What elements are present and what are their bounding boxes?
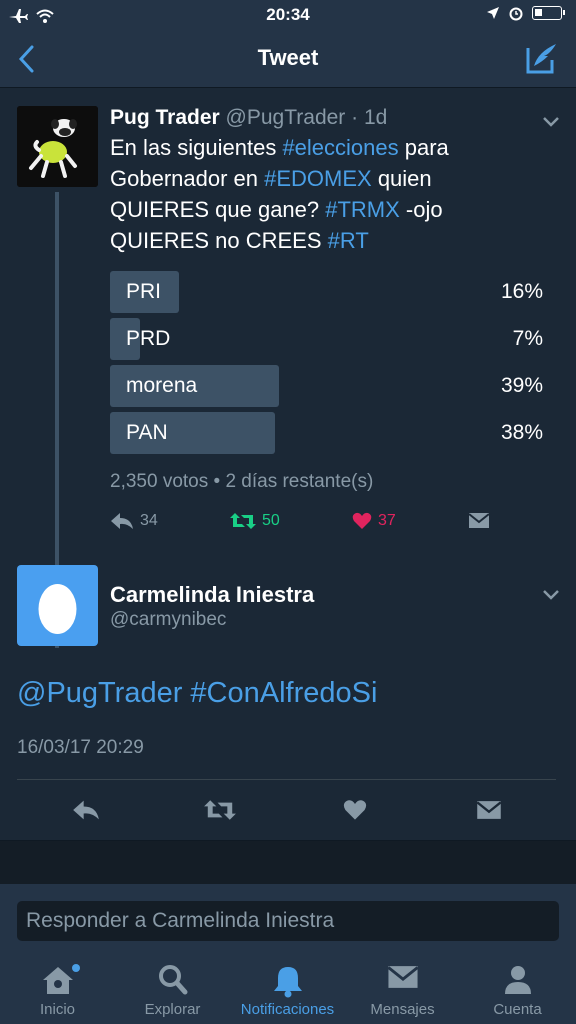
pug-avatar-image xyxy=(17,106,98,187)
hashtag-link[interactable]: #EDOMEX xyxy=(264,166,372,191)
poll-option-label: PAN xyxy=(126,421,168,444)
reply-composer xyxy=(0,884,576,950)
reply-text[interactable]: @PugTrader #ConAlfredoSi xyxy=(17,677,377,710)
reply-button[interactable] xyxy=(66,793,106,827)
tab-cuenta[interactable]: Cuenta xyxy=(460,950,575,1024)
timestamp: 16/03/17 20:29 xyxy=(17,737,144,758)
author-name[interactable]: Pug Trader xyxy=(110,106,220,129)
like-button[interactable] xyxy=(335,793,375,827)
poll-option-label: PRD xyxy=(126,327,171,350)
message-button[interactable] xyxy=(468,512,490,529)
hashtag-link[interactable]: #elecciones xyxy=(282,135,398,160)
tweet-actions: 34 50 37 xyxy=(110,512,510,536)
location-icon xyxy=(487,7,499,19)
hashtag-link[interactable]: #TRMX xyxy=(325,197,400,222)
tab-notificaciones[interactable]: Notificaciones xyxy=(230,950,345,1024)
message-button[interactable] xyxy=(469,793,509,827)
compose-button[interactable] xyxy=(524,40,560,76)
tweet-header: Pug Trader @PugTrader · 1d xyxy=(110,106,387,130)
chevron-down-icon xyxy=(543,590,559,600)
tab-label: Notificaciones xyxy=(240,1001,335,1018)
poll-option: PRD 7% xyxy=(110,318,543,360)
tab-explorar[interactable]: Explorar xyxy=(115,950,230,1024)
page-title: Tweet xyxy=(257,45,319,70)
author-handle[interactable]: @PugTrader xyxy=(226,106,346,129)
heart-icon xyxy=(352,512,372,529)
retweet-button[interactable] xyxy=(200,793,240,827)
tweet-age: · 1d xyxy=(351,106,388,129)
egg-avatar-icon xyxy=(38,584,77,634)
person-icon xyxy=(504,966,531,994)
avatar[interactable] xyxy=(17,106,98,187)
battery-icon xyxy=(532,6,565,20)
poll-option: PRI 16% xyxy=(110,271,543,313)
reply-button[interactable]: 34 xyxy=(110,512,158,530)
poll-option: PAN 38% xyxy=(110,412,543,454)
tab-label: Explorar xyxy=(144,1001,201,1018)
poll-option-percent: 38% xyxy=(500,421,543,444)
mail-icon xyxy=(468,513,490,528)
mail-icon xyxy=(476,801,502,819)
reply-icon xyxy=(73,800,99,820)
tab-label: Cuenta xyxy=(493,1001,542,1018)
status-bar: 20:34 xyxy=(0,0,576,30)
reply-input[interactable] xyxy=(17,901,559,941)
avatar[interactable] xyxy=(17,565,98,646)
poll-option-percent: 16% xyxy=(500,280,543,303)
spacer xyxy=(0,840,576,884)
like-button[interactable]: 37 xyxy=(352,512,396,530)
tweet-menu-button[interactable] xyxy=(542,114,560,127)
tab-inicio[interactable]: Inicio xyxy=(0,950,115,1024)
tweet-text: En las siguientes #elecciones para Gober… xyxy=(110,132,510,256)
notification-dot xyxy=(72,964,80,972)
poll-option: morena 39% xyxy=(110,365,543,407)
retweet-icon xyxy=(230,513,256,529)
chevron-down-icon xyxy=(543,117,559,127)
bell-icon xyxy=(273,967,302,998)
mail-icon xyxy=(387,966,418,988)
poll-option-percent: 7% xyxy=(512,327,543,350)
tweet-menu-button[interactable] xyxy=(542,587,560,600)
retweet-count: 50 xyxy=(262,512,280,529)
like-count: 37 xyxy=(378,512,396,529)
status-right xyxy=(486,5,565,21)
reply-icon xyxy=(111,513,133,529)
hashtag-link[interactable]: #RT xyxy=(328,228,369,253)
reply-actions xyxy=(0,793,576,827)
poll: PRI 16% PRD 7% morena 39% PAN 38% xyxy=(110,271,543,459)
tab-mensajes[interactable]: Mensajes xyxy=(345,950,460,1024)
alarm-icon xyxy=(509,7,523,21)
author-handle[interactable]: @carmynibec xyxy=(110,609,226,631)
tab-bar: Inicio Explorar Notificaciones Mensajes … xyxy=(0,950,576,1024)
poll-option-label: PRI xyxy=(126,280,162,303)
home-icon xyxy=(42,967,73,994)
tab-label: Inicio xyxy=(39,1001,76,1018)
tab-label: Mensajes xyxy=(370,1001,435,1018)
heart-icon xyxy=(343,800,367,820)
tweet-text-segment: En las siguientes xyxy=(110,135,283,160)
poll-meta: 2,350 votos • 2 días restante(s) xyxy=(110,471,374,492)
retweet-button[interactable]: 50 xyxy=(230,512,280,530)
poll-option-percent: 39% xyxy=(500,374,543,397)
retweet-icon xyxy=(204,800,236,820)
compose-icon xyxy=(526,44,556,74)
nav-bar: Tweet xyxy=(0,30,576,88)
reply-count: 34 xyxy=(140,512,158,529)
author-name[interactable]: Carmelinda Iniestra xyxy=(110,582,314,608)
poll-option-label: morena xyxy=(126,374,198,397)
search-icon xyxy=(158,965,187,995)
divider xyxy=(17,779,556,780)
